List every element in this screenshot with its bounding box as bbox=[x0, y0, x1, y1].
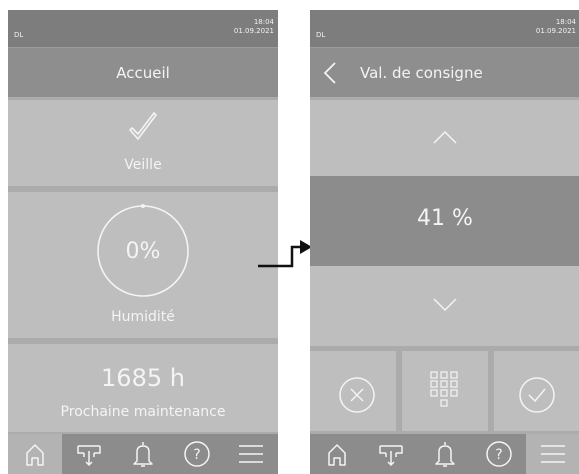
status-time: 18:04 bbox=[253, 18, 274, 26]
humidity-value: 0% bbox=[125, 239, 161, 264]
decrease-button[interactable] bbox=[310, 266, 579, 346]
status-time: 18:04 bbox=[555, 18, 576, 26]
chevron-up-icon bbox=[433, 130, 457, 144]
increase-button[interactable] bbox=[310, 100, 579, 176]
maintenance-hours: 1685 h bbox=[101, 364, 185, 392]
standby-tile[interactable]: Veille bbox=[8, 100, 278, 186]
help-icon: ? bbox=[184, 441, 210, 467]
nav-humidifier-button[interactable] bbox=[364, 434, 418, 474]
bell-icon bbox=[435, 442, 455, 467]
nav-home-button[interactable] bbox=[8, 434, 62, 474]
setpoint-display: 41 % bbox=[310, 176, 579, 266]
humidifier-icon bbox=[379, 445, 403, 467]
menu-icon bbox=[541, 445, 565, 463]
nav-home-button[interactable] bbox=[310, 434, 364, 474]
checkmark-icon bbox=[129, 112, 157, 140]
status-dl-label: DL bbox=[14, 31, 24, 39]
keypad-icon bbox=[430, 371, 458, 407]
confirm-button[interactable] bbox=[494, 351, 579, 431]
help-icon: ? bbox=[486, 441, 512, 467]
transition-arrow-icon bbox=[258, 240, 312, 268]
keypad-button[interactable] bbox=[402, 351, 488, 431]
status-bar: DL 18:04 01.09.2021 bbox=[8, 10, 278, 47]
title-bar: Val. de consigne bbox=[310, 47, 579, 97]
title-bar: Accueil bbox=[8, 47, 278, 97]
page-title: Val. de consigne bbox=[360, 64, 483, 82]
maintenance-tile[interactable]: 1685 h Prochaine maintenance bbox=[8, 344, 278, 432]
status-clock: 18:04 01.09.2021 bbox=[536, 18, 576, 36]
svg-text:?: ? bbox=[193, 447, 200, 463]
status-bar: DL 18:04 01.09.2021 bbox=[310, 10, 579, 47]
cancel-button[interactable] bbox=[310, 351, 396, 431]
nav-humidifier-button[interactable] bbox=[62, 434, 116, 474]
nav-menu-button[interactable] bbox=[224, 434, 278, 474]
bottom-nav: ? bbox=[8, 434, 278, 474]
status-dl-label: DL bbox=[316, 31, 326, 39]
standby-label: Veille bbox=[124, 157, 162, 173]
status-date: 01.09.2021 bbox=[233, 27, 274, 35]
home-icon bbox=[328, 444, 346, 466]
status-clock: 18:04 01.09.2021 bbox=[234, 18, 274, 36]
home-icon bbox=[26, 444, 44, 466]
chevron-down-icon bbox=[433, 298, 457, 312]
status-date: 01.09.2021 bbox=[535, 27, 576, 35]
bottom-nav: ? bbox=[310, 434, 579, 474]
setpoint-value: 41 % bbox=[417, 206, 473, 231]
setpoint-screen: DL 18:04 01.09.2021 Val. de consigne 41 … bbox=[310, 10, 579, 474]
nav-help-button[interactable]: ? bbox=[170, 434, 224, 474]
page-title: Accueil bbox=[116, 64, 170, 82]
bell-icon bbox=[133, 442, 153, 467]
menu-icon bbox=[239, 445, 263, 463]
home-screen: DL 18:04 01.09.2021 Accueil Veille 0% Hu… bbox=[8, 10, 278, 474]
humidity-tile[interactable]: 0% Humidité bbox=[8, 192, 278, 338]
nav-help-button[interactable]: ? bbox=[472, 434, 526, 474]
nav-alarm-button[interactable] bbox=[418, 434, 472, 474]
maintenance-label: Prochaine maintenance bbox=[60, 404, 226, 420]
humidifier-icon bbox=[77, 445, 101, 467]
svg-text:?: ? bbox=[495, 447, 502, 463]
confirm-icon bbox=[519, 377, 555, 413]
humidity-label: Humidité bbox=[111, 309, 175, 325]
cancel-icon bbox=[339, 377, 375, 413]
nav-menu-button[interactable] bbox=[526, 434, 579, 474]
nav-alarm-button[interactable] bbox=[116, 434, 170, 474]
